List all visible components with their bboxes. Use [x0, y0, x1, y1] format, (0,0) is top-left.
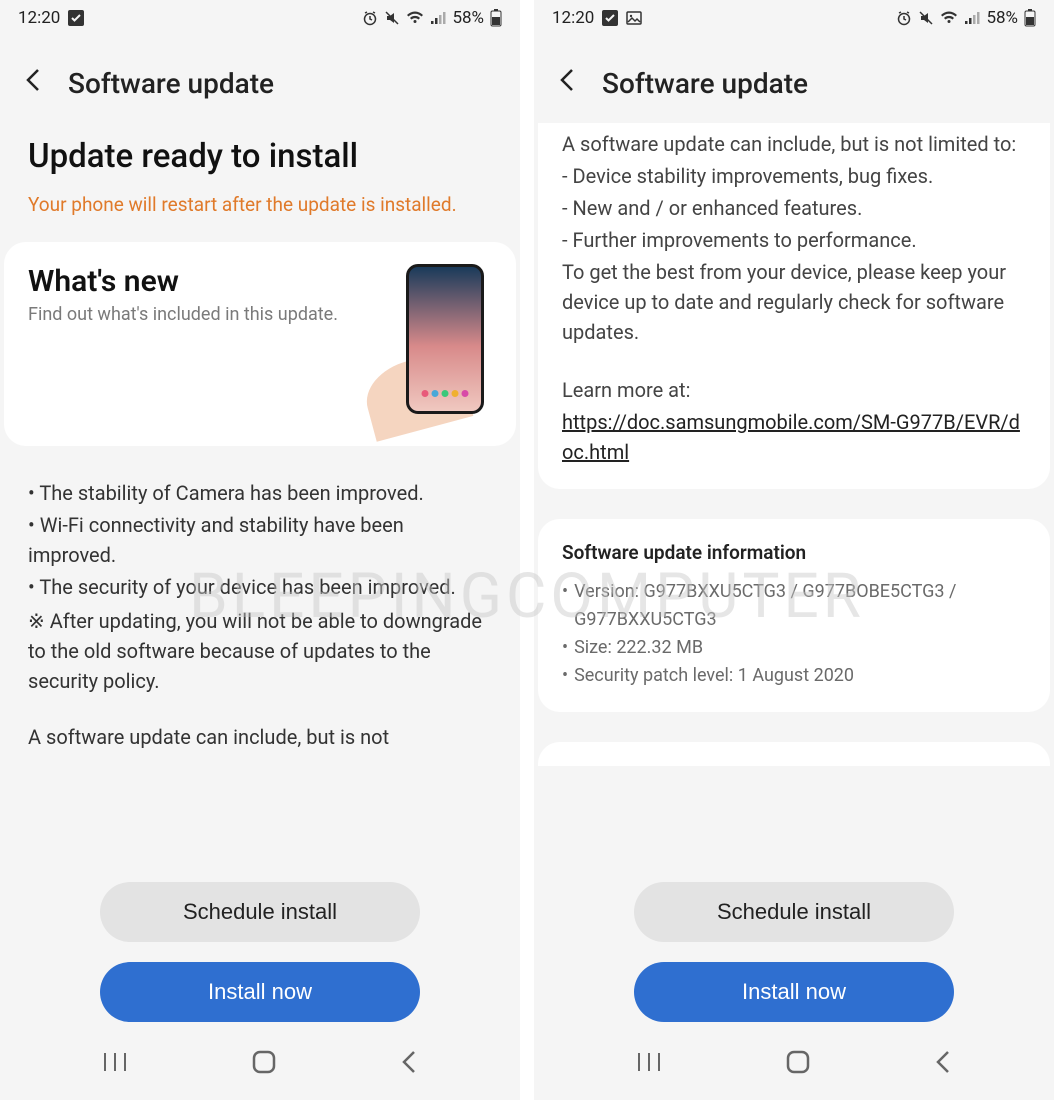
wifi-icon [406, 11, 424, 25]
battery-percent: 58% [986, 8, 1018, 28]
update-title: Update ready to install [0, 119, 520, 184]
nav-bar [0, 1030, 520, 1100]
install-now-button[interactable]: Install now [634, 962, 954, 1022]
screen-2: 12:20 58% Software update A software upd… [534, 0, 1054, 1100]
content-area: Update ready to install Your phone will … [0, 119, 520, 868]
alarm-icon [362, 10, 378, 26]
continuing-text: A software update can include, but is no… [28, 722, 492, 752]
size-label: Size: [574, 637, 616, 658]
status-time: 12:20 [552, 8, 594, 28]
size-value: 222.32 MB [616, 637, 703, 658]
nav-back-button[interactable] [934, 1049, 952, 1081]
nav-bar [534, 1030, 1054, 1100]
learn-more-label: Learn more at: [562, 375, 1026, 405]
schedule-install-button[interactable]: Schedule install [100, 882, 420, 942]
home-button[interactable] [251, 1049, 277, 1081]
learn-more-link[interactable]: https://doc.samsungmobile.com/SM-G977B/E… [562, 410, 1020, 464]
info-list: •Version: G977BXXU5CTG3 / G977BOBE5CTG3 … [562, 578, 1026, 690]
battery-icon [1024, 9, 1036, 27]
whats-new-subtitle: Find out what's included in this update. [28, 303, 360, 327]
nav-back-button[interactable] [400, 1049, 418, 1081]
page-header: Software update [0, 36, 520, 119]
restart-warning: Your phone will restart after the update… [0, 184, 520, 242]
screen-1: 12:20 58% Software update Update ready t… [0, 0, 520, 1100]
downgrade-note: ※ After updating, you will not be able t… [28, 606, 492, 696]
mute-icon [918, 10, 934, 26]
home-button[interactable] [785, 1049, 811, 1081]
info-title: Software update information [562, 541, 1026, 564]
battery-icon [490, 9, 502, 27]
item-stability: - Device stability improvements, bug fix… [562, 161, 1026, 191]
back-button[interactable] [558, 66, 578, 101]
description-card: A software update can include, but is no… [538, 123, 1050, 489]
button-area: Schedule install Install now [0, 868, 520, 1030]
phone-illustration [372, 264, 492, 424]
changelog-bullets: • The stability of Camera has been impro… [0, 458, 520, 752]
alarm-icon [896, 10, 912, 26]
item-features: - New and / or enhanced features. [562, 193, 1026, 223]
battery-percent: 58% [452, 8, 484, 28]
checkbox-icon [602, 10, 618, 26]
bullet-security: • The security of your device has been i… [28, 572, 492, 602]
checkbox-icon [68, 10, 84, 26]
signal-icon [430, 11, 446, 25]
next-card-peek [538, 742, 1050, 766]
status-bar: 12:20 58% [0, 0, 520, 36]
recents-button[interactable] [102, 1051, 128, 1079]
content-area: A software update can include, but is no… [534, 119, 1054, 868]
status-bar: 12:20 58% [534, 0, 1054, 36]
page-title: Software update [68, 67, 274, 100]
bullet-wifi: • Wi-Fi connectivity and stability have … [28, 510, 492, 570]
signal-icon [964, 11, 980, 25]
page-title: Software update [602, 67, 808, 100]
patch-value: 1 August 2020 [738, 665, 854, 686]
wifi-icon [940, 11, 958, 25]
bullet-camera: • The stability of Camera has been impro… [28, 478, 492, 508]
whats-new-card[interactable]: What's new Find out what's included in t… [4, 242, 516, 446]
item-performance: - Further improvements to performance. [562, 225, 1026, 255]
button-area: Schedule install Install now [534, 868, 1054, 1030]
patch-label: Security patch level: [574, 665, 738, 686]
outro-text: To get the best from your device, please… [562, 257, 1026, 347]
whats-new-title: What's new [28, 264, 360, 299]
version-label: Version: [574, 581, 643, 602]
image-icon [626, 10, 642, 26]
intro-text: A software update can include, but is no… [562, 129, 1026, 159]
mute-icon [384, 10, 400, 26]
recents-button[interactable] [636, 1051, 662, 1079]
back-button[interactable] [24, 66, 44, 101]
schedule-install-button[interactable]: Schedule install [634, 882, 954, 942]
install-now-button[interactable]: Install now [100, 962, 420, 1022]
update-info-card: Software update information •Version: G9… [538, 519, 1050, 712]
status-time: 12:20 [18, 8, 60, 28]
page-header: Software update [534, 36, 1054, 119]
